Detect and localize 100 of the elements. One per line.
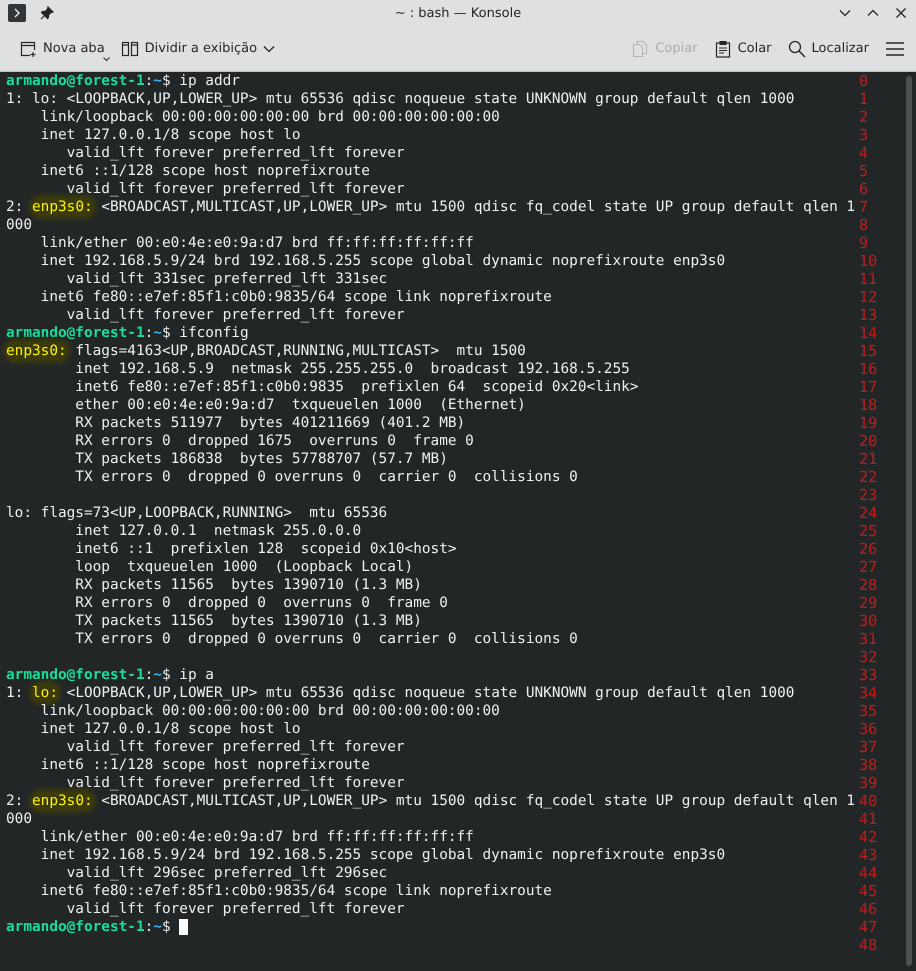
terminal-text: RX errors 0 dropped 1675 overruns 0 frame 0 — [74, 432, 474, 450]
line-number: 27 — [859, 558, 878, 576]
line-number: 28 — [859, 576, 878, 594]
terminal-text: link/ether 00:e0:4e:e0:9a:d7 brd ff:ff:ff:ff:ff:ff — [40, 234, 474, 252]
line-number: 19 — [859, 414, 878, 432]
clipboard-icon — [714, 40, 732, 58]
terminal-text: flags=4163<UP,BROADCAST,RUNNING,MULTICAST> mtu 1500 — [74, 342, 526, 360]
line-number: 23 — [859, 486, 878, 504]
terminal-text: TX errors 0 dropped 0 overruns 0 carrier 0 collisions 0 — [74, 468, 578, 486]
line-number: 17 — [859, 378, 878, 396]
close-icon[interactable] — [894, 6, 908, 20]
line-number: 43 — [859, 846, 878, 864]
line-number: 24 — [859, 504, 878, 522]
terminal-text: inet6 ::1 prefixlen 128 scopeid 0x10<host> — [74, 540, 457, 558]
line-number: 25 — [859, 522, 878, 540]
line-number: 29 — [859, 594, 878, 612]
terminal-text: inet 192.168.5.9/24 brd 192.168.5.255 scope global dynamic noprefixroute enp3s0 — [40, 252, 726, 270]
terminal-text: TX packets 11565 bytes 1390710 (1.3 MB) — [74, 612, 422, 630]
terminal-text: $ — [162, 918, 172, 936]
terminal-text: link/loopback 00:00:00:00:00:00 brd 00:00:00:00:00:00 — [40, 702, 500, 720]
line-number: 16 — [859, 360, 878, 378]
copy-icon — [631, 40, 650, 58]
line-number: 1 — [859, 90, 868, 108]
find-button[interactable]: Localizar — [780, 32, 876, 66]
interface-name: enp3s0: — [32, 792, 93, 810]
line-number: 39 — [859, 774, 878, 792]
prompt-user: armando@forest-1 — [6, 72, 145, 90]
prompt-path: ~ — [153, 324, 162, 342]
line-number: 37 — [859, 738, 878, 756]
split-view-button[interactable]: Dividir a exibição — [114, 32, 282, 66]
line-number: 45 — [859, 882, 878, 900]
interface-name: enp3s0: — [6, 342, 67, 360]
line-number: 13 — [859, 306, 878, 324]
line-number: 4 — [859, 144, 868, 162]
terminal-text: 1: lo: <LOOPBACK,UP,LOWER_UP> mtu 65536 qdisc noqueue state UNKNOWN group default qlen 1000 — [6, 90, 794, 108]
line-number: 10 — [859, 252, 878, 270]
line-number: 7 — [859, 198, 868, 216]
terminal-app-icon — [8, 4, 26, 22]
terminal-text: 1: — [6, 684, 24, 702]
new-tab-icon — [19, 40, 37, 58]
interface-name: lo: — [32, 684, 58, 702]
terminal-text: <BROADCAST,MULTICAST,UP,LOWER_UP> mtu 1500 qdisc fq_codel state UP group default qlen 1 — [100, 198, 856, 216]
terminal-text: loop txqueuelen 1000 (Loopback Local) — [74, 558, 414, 576]
terminal-text: $ ip a — [162, 666, 214, 684]
terminal-text: <LOOPBACK,UP,LOWER_UP> mtu 65536 qdisc noqueue state UNKNOWN group default qlen 1000 — [66, 684, 794, 702]
line-number: 2 — [859, 108, 868, 126]
line-number: 14 — [859, 324, 878, 342]
terminal-text: link/loopback 00:00:00:00:00:00 brd 00:00:00:00:00:00 — [40, 108, 500, 126]
line-number: 6 — [859, 180, 868, 198]
paste-button[interactable]: Colar — [706, 32, 779, 66]
line-number: 31 — [859, 630, 878, 648]
terminal-text: valid_lft 296sec preferred_lft 296sec — [66, 864, 388, 882]
terminal-text: ether 00:e0:4e:e0:9a:d7 txqueuelen 1000 (Ethernet) — [74, 396, 526, 414]
line-number: 35 — [859, 702, 878, 720]
prompt-user: armando@forest-1 — [6, 666, 145, 684]
line-number: 32 — [859, 648, 878, 666]
line-number: 12 — [859, 288, 878, 306]
terminal-text: inet6 ::1/128 scope host noprefixroute — [40, 162, 370, 180]
line-number: 46 — [859, 900, 878, 918]
terminal-text: RX packets 511977 bytes 401211669 (401.2 MB) — [74, 414, 466, 432]
terminal-text: inet 127.0.0.1/8 scope host lo — [40, 720, 301, 738]
line-number: 15 — [859, 342, 878, 360]
line-number: 18 — [859, 396, 878, 414]
line-number: 42 — [859, 828, 878, 846]
terminal-text: inet 192.168.5.9/24 brd 192.168.5.255 scope global dynamic noprefixroute enp3s0 — [40, 846, 726, 864]
line-number: 34 — [859, 684, 878, 702]
terminal-text: $ ifconfig — [162, 324, 249, 342]
interface-name: enp3s0: — [32, 198, 93, 216]
new-tab-button[interactable]: Nova aba — [12, 32, 112, 66]
line-number: 20 — [859, 432, 878, 450]
line-number: 22 — [859, 468, 878, 486]
terminal-text: RX packets 11565 bytes 1390710 (1.3 MB) — [74, 576, 422, 594]
terminal-text: <BROADCAST,MULTICAST,UP,LOWER_UP> mtu 1500 qdisc fq_codel state UP group default qlen 1 — [100, 792, 856, 810]
terminal-text: : — [144, 324, 154, 342]
line-number: 21 — [859, 450, 878, 468]
chevron-down-icon — [263, 44, 276, 52]
terminal-text: inet 127.0.0.1/8 scope host lo — [40, 126, 301, 144]
prompt-path: ~ — [153, 918, 162, 936]
line-number: 3 — [859, 126, 868, 144]
line-number: 48 — [859, 936, 878, 954]
terminal-text: 000 — [6, 810, 32, 828]
split-view-icon — [120, 40, 139, 58]
prompt-path: ~ — [153, 666, 162, 684]
terminal-text: valid_lft forever preferred_lft forever — [66, 900, 405, 918]
terminal-text: 2: — [6, 792, 24, 810]
scrollbar[interactable] — [906, 76, 912, 966]
dropdown-icon — [102, 56, 110, 62]
terminal-text: valid_lft forever preferred_lft forever — [66, 144, 405, 162]
line-number: 47 — [859, 918, 878, 936]
terminal-text: inet6 ::1/128 scope host noprefixroute — [40, 756, 370, 774]
line-number: 36 — [859, 720, 878, 738]
window-title: ~ : bash — Konsole — [394, 6, 522, 20]
terminal-text: valid_lft forever preferred_lft forever — [66, 738, 405, 756]
terminal-text: inet6 fe80::e7ef:85f1:c0b0:9835/64 scope link noprefixroute — [40, 288, 552, 306]
line-number: 0 — [859, 72, 868, 90]
pin-icon[interactable] — [40, 6, 54, 20]
line-number: 33 — [859, 666, 878, 684]
prompt-user: armando@forest-1 — [6, 324, 145, 342]
line-number: 5 — [859, 162, 868, 180]
prompt-path: ~ — [153, 72, 162, 90]
